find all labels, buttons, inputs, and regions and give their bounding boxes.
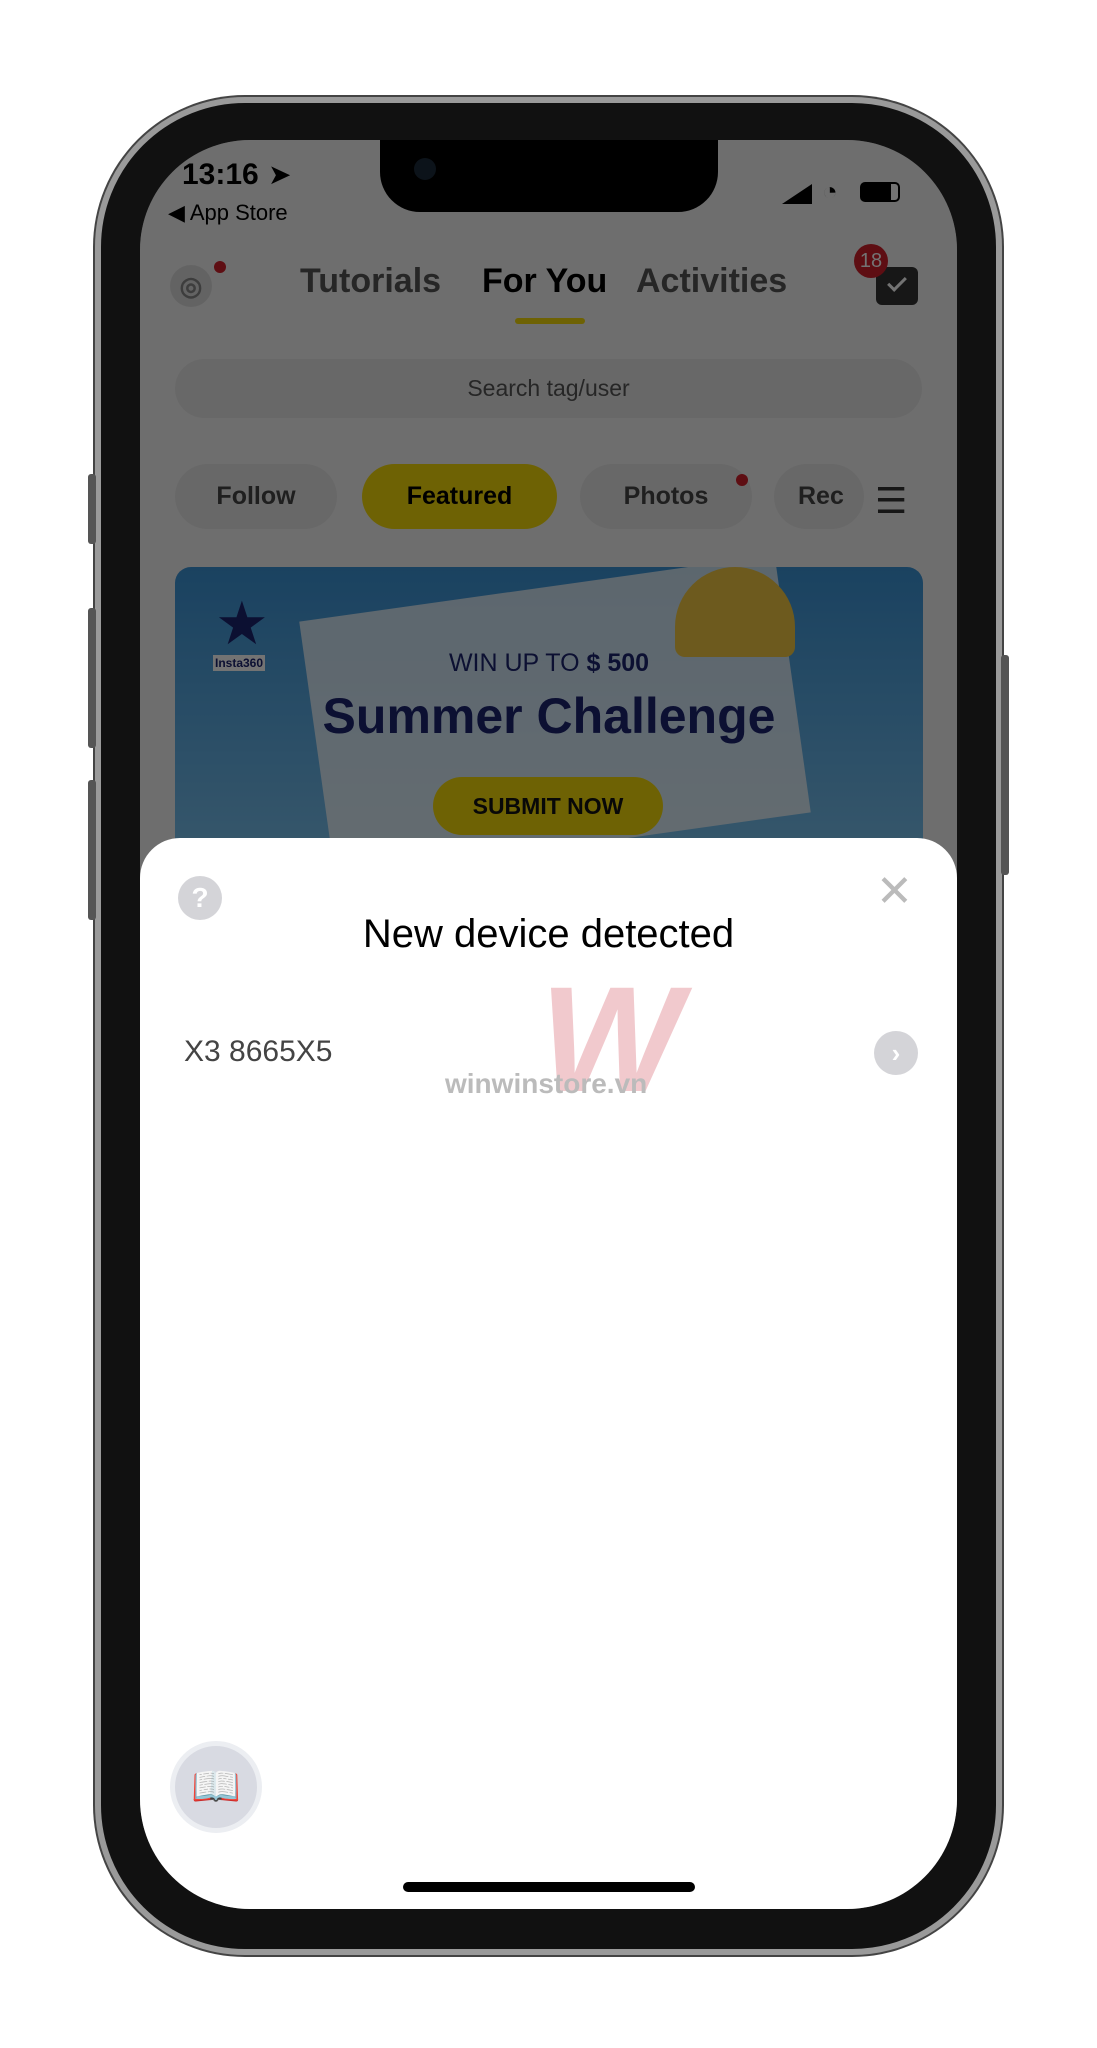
device-name: X3 8665X5 <box>184 1035 333 1068</box>
volume-down-button <box>88 780 96 920</box>
tab-for-you[interactable]: For You <box>482 262 607 301</box>
chip-follow[interactable]: Follow <box>175 464 337 529</box>
book-icon: 📖 <box>191 1765 241 1809</box>
notification-dot <box>214 261 226 273</box>
chip-rec[interactable]: Rec <box>774 464 864 529</box>
chip-featured[interactable]: Featured <box>362 464 557 529</box>
submit-now-button[interactable]: SUBMIT NOW <box>433 777 663 835</box>
close-icon[interactable]: ✕ <box>876 866 913 917</box>
camera-icon <box>414 158 436 180</box>
search-input[interactable]: Search tag/user <box>175 359 922 418</box>
sheet-title: New device detected <box>362 912 735 956</box>
chip-photos[interactable]: Photos <box>580 464 752 529</box>
notification-dot <box>736 474 748 486</box>
home-indicator[interactable] <box>403 1882 695 1892</box>
tab-tutorials[interactable]: Tutorials <box>300 262 441 301</box>
tab-activities[interactable]: Activities <box>636 262 787 301</box>
signal-icon <box>782 184 812 204</box>
location-icon: ➤ <box>268 159 292 190</box>
power-button <box>1001 655 1009 875</box>
inbox-badge: 18 <box>854 244 888 278</box>
active-tab-indicator <box>515 318 585 324</box>
screen: 13:16 ➤ ◀ App Store ◔ ◎ Tutorials For Yo… <box>140 140 957 1909</box>
guide-book-button[interactable]: 📖 <box>170 1741 262 1833</box>
notch <box>380 140 718 212</box>
battery-icon <box>860 182 900 202</box>
status-icons: ◔ <box>782 176 902 206</box>
back-to-app-store[interactable]: ◀ App Store <box>168 200 288 226</box>
banner-subtitle: WIN UP TO $ 500 <box>448 649 650 677</box>
new-device-sheet: ? ✕ New device detected W winwinstore.vn… <box>140 838 957 1909</box>
status-time: 13:16 <box>182 158 259 191</box>
promo-banner[interactable]: ★ Insta360 WIN UP TO $ 500 Summer Challe… <box>175 567 923 867</box>
banner-title: Summer Challenge <box>322 688 776 744</box>
camera-profile-icon[interactable]: ◎ <box>170 265 212 307</box>
chevron-right-icon: › <box>874 1031 918 1075</box>
add-category-icon[interactable]: ☰ <box>875 480 907 522</box>
wifi-icon: ◔ <box>822 176 838 206</box>
mute-switch <box>88 474 96 544</box>
volume-up-button <box>88 608 96 748</box>
device-row[interactable]: X3 8665X5 › <box>140 1013 957 1093</box>
